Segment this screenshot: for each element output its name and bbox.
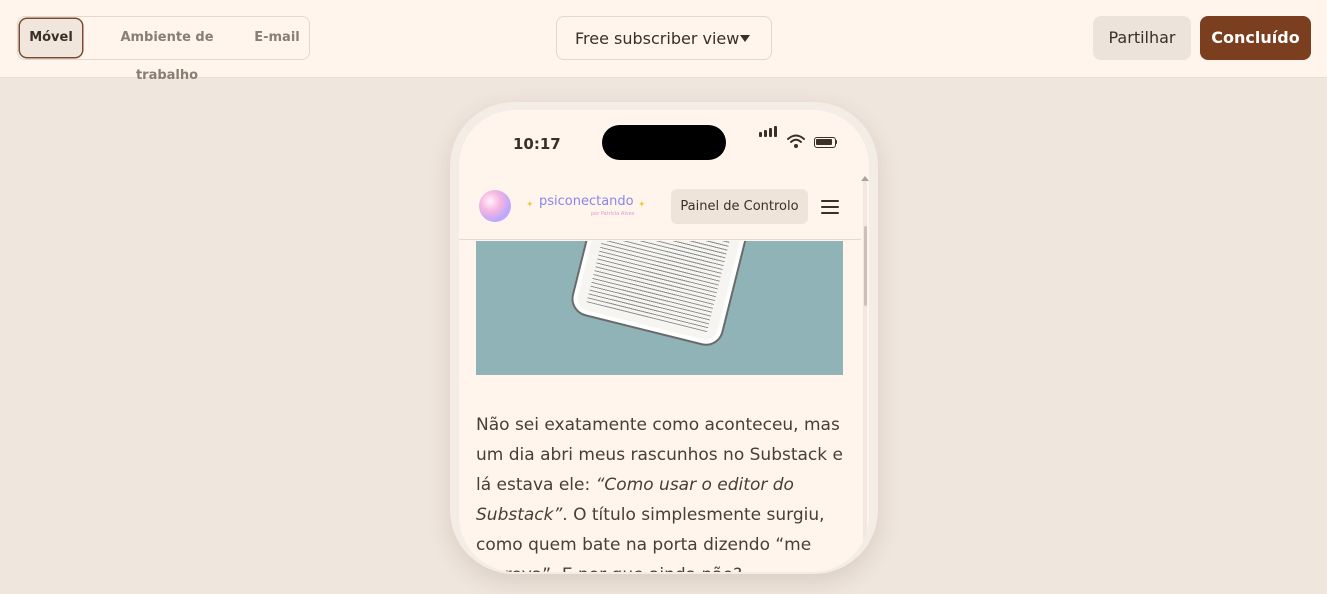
phone-screen: 10:17 ✦ psiconectando ✦ por Patrícia Alv… — [459, 110, 869, 572]
hamburger-menu-icon[interactable] — [821, 200, 839, 214]
caret-down-icon — [740, 35, 750, 42]
wifi-icon — [787, 134, 805, 148]
device-preview-switcher: Móvel Ambiente de trabalho E-mail — [17, 16, 310, 83]
publication-byline: por Patrícia Alves — [591, 211, 635, 217]
subscriber-view-dropdown[interactable]: Free subscriber view — [556, 16, 772, 60]
publication-header: ✦ psiconectando ✦ por Patrícia Alves Pai… — [459, 180, 861, 240]
status-time: 10:17 — [513, 135, 561, 153]
subscriber-view-label: Free subscriber view — [575, 29, 740, 48]
scroll-up-arrow-icon[interactable] — [861, 176, 869, 181]
sparkle-icon: ✦ — [638, 200, 646, 210]
post-body-paragraph: Não sei exatamente como aconteceu, mas u… — [476, 410, 846, 572]
tab-desktop[interactable]: Ambiente de trabalho — [92, 19, 242, 83]
publication-name[interactable]: psiconectando — [539, 194, 634, 209]
post-cover-image — [476, 241, 843, 375]
sparkle-icon: ✦ — [526, 200, 534, 210]
done-button[interactable]: Concluído — [1200, 16, 1311, 60]
tab-mobile[interactable]: Móvel — [20, 19, 82, 57]
dashboard-button[interactable]: Painel de Controlo — [671, 189, 808, 224]
share-button[interactable]: Partilhar — [1093, 16, 1191, 60]
editor-toolbar: Móvel Ambiente de trabalho E-mail Free s… — [0, 0, 1327, 83]
tab-email[interactable]: E-mail — [252, 19, 302, 57]
dynamic-island — [602, 125, 726, 160]
phone-frame: 10:17 ✦ psiconectando ✦ por Patrícia Alv… — [450, 102, 878, 574]
battery-icon — [814, 137, 837, 148]
scrollbar-thumb[interactable] — [864, 226, 867, 306]
publication-logo[interactable] — [479, 190, 511, 222]
newspaper-illustration — [570, 241, 754, 348]
